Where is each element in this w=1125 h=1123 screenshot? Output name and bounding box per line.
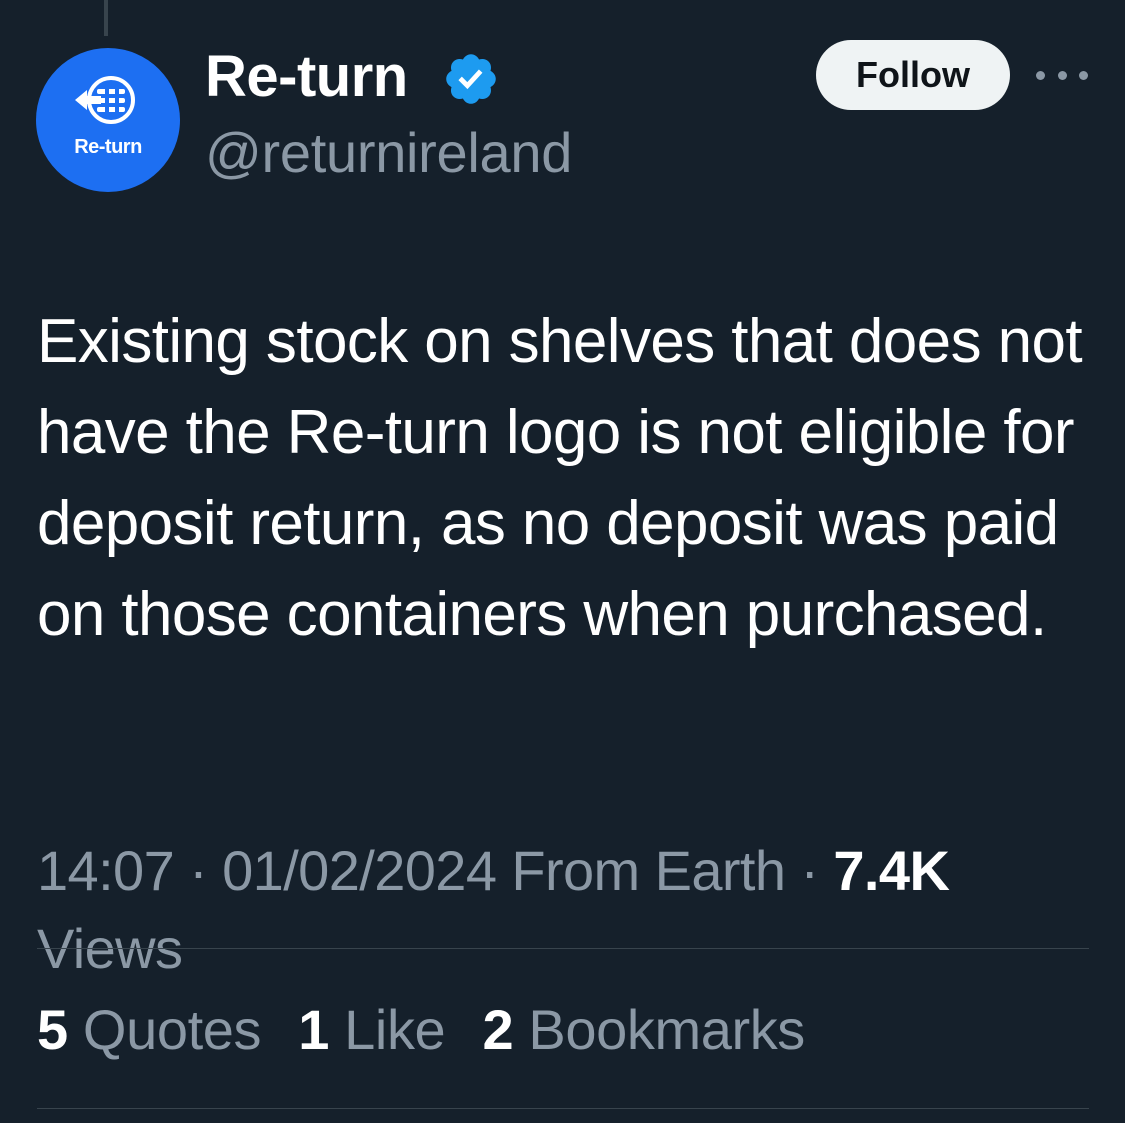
user-handle[interactable]: @returnireland: [205, 118, 572, 188]
avatar-text: Re-turn: [74, 135, 142, 158]
follow-button[interactable]: Follow: [816, 40, 1010, 110]
views-count: 7.4K: [833, 839, 950, 902]
divider: [37, 948, 1089, 949]
verified-badge-icon: [446, 54, 496, 104]
quotes-count: 5: [37, 998, 68, 1061]
meta-separator: ·: [785, 839, 834, 902]
tweet-time[interactable]: 14:07: [37, 839, 175, 902]
tweet-source: From Earth: [511, 839, 786, 902]
likes-stat[interactable]: 1 Like: [298, 994, 445, 1066]
tweet-metadata: 14:07 · 01/02/2024 From Earth · 7.4K Vie…: [37, 832, 1097, 988]
divider: [37, 1108, 1089, 1109]
engagement-stats: 5 Quotes 1 Like 2 Bookmarks: [37, 994, 827, 1066]
display-name[interactable]: Re-turn: [205, 42, 408, 112]
return-logo-icon: [75, 75, 135, 124]
likes-count: 1: [298, 998, 329, 1061]
more-dot: [1036, 70, 1045, 80]
bookmarks-stat[interactable]: 2 Bookmarks: [482, 994, 805, 1066]
quotes-label: Quotes: [82, 998, 262, 1061]
likes-label: Like: [344, 998, 446, 1061]
more-dot: [1057, 70, 1067, 80]
quotes-stat[interactable]: 5 Quotes: [37, 994, 261, 1066]
tweet-date[interactable]: 01/02/2024: [222, 839, 497, 902]
more-options-icon[interactable]: [1036, 62, 1088, 88]
bookmarks-label: Bookmarks: [528, 998, 805, 1061]
tweet-text: Existing stock on shelves that does not …: [37, 307, 1083, 649]
bookmarks-count: 2: [482, 998, 514, 1061]
meta-separator: ·: [174, 839, 223, 902]
more-dot: [1079, 70, 1088, 80]
thread-connector-line: [104, 0, 108, 36]
avatar[interactable]: Re-turn: [36, 48, 180, 192]
